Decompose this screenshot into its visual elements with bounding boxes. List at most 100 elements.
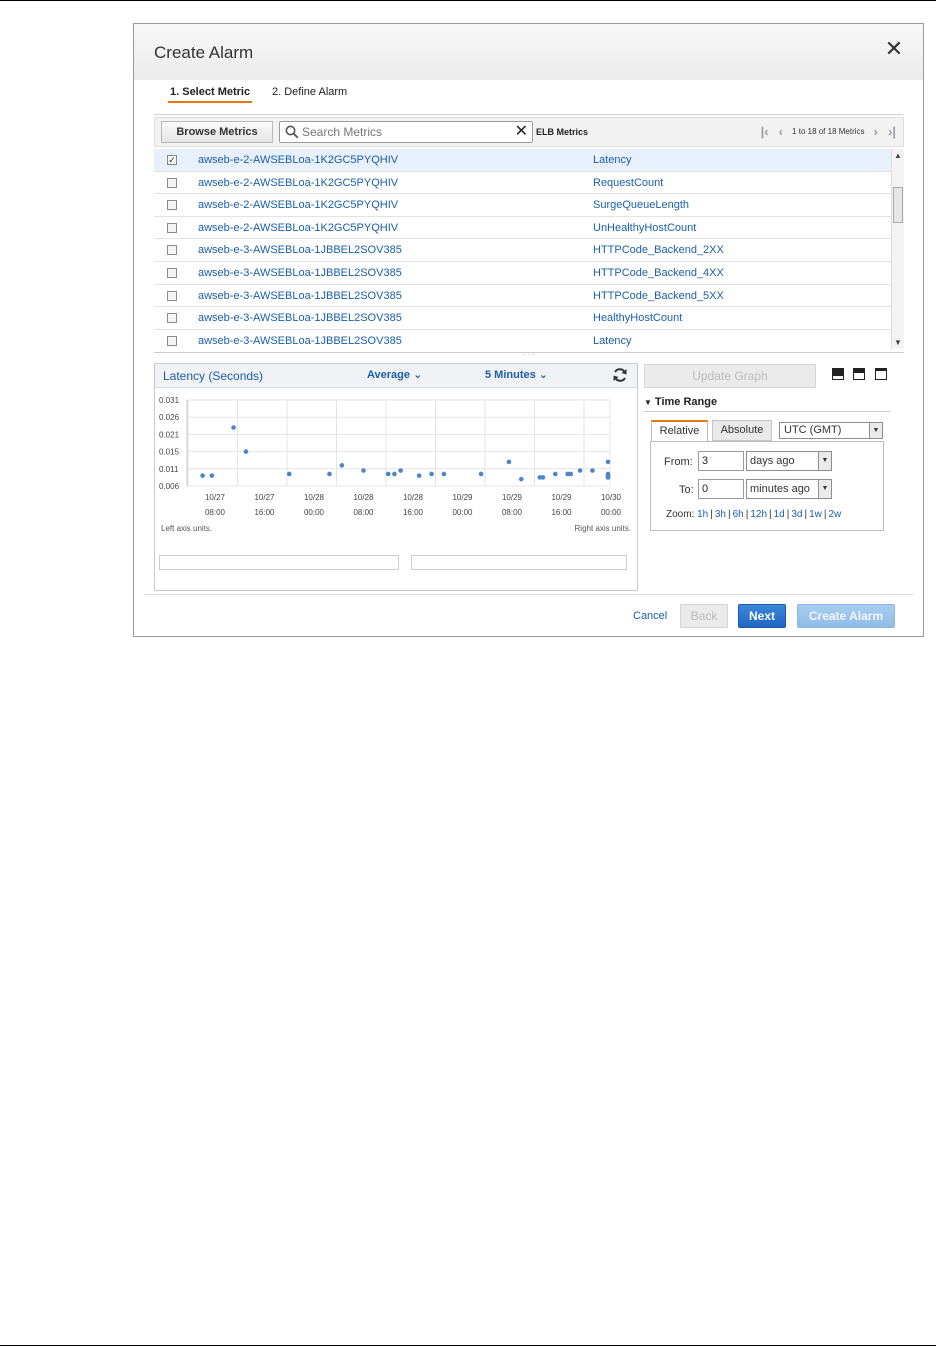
- next-button[interactable]: Next: [738, 604, 786, 628]
- zoom-controls: Zoom: 1h | 3h | 6h | 12h | 1d | 3d | 1w | 2w: [666, 509, 842, 520]
- back-button[interactable]: Back: [680, 604, 728, 628]
- table-row[interactable]: ✓ awseb-e-2-AWSEBLoa-1K2GC5PYQHIV Latenc…: [154, 149, 891, 172]
- data-point: [605, 471, 611, 477]
- x-tick-label: 10/28: [353, 493, 374, 502]
- metric-name: HTTPCode_Backend_4XX: [593, 266, 724, 279]
- table-row[interactable]: awseb-e-3-AWSEBLoa-1JBBEL2SOV385 HTTPCod…: [154, 239, 891, 262]
- zoom-1d[interactable]: 1d: [774, 509, 785, 520]
- table-row[interactable]: awseb-e-3-AWSEBLoa-1JBBEL2SOV385 HTTPCod…: [154, 285, 891, 308]
- x-tick-label: 10/29: [452, 493, 473, 502]
- close-icon[interactable]: ✕: [883, 38, 905, 60]
- row-checkbox[interactable]: [167, 313, 177, 324]
- clear-search-icon[interactable]: ✕: [515, 122, 528, 142]
- data-point: [540, 475, 546, 480]
- refresh-icon[interactable]: [611, 366, 629, 384]
- metric-name: RequestCount: [593, 176, 664, 189]
- x-tick-label: 10/27: [254, 493, 275, 502]
- right-axis-units: Right axis units.: [574, 524, 631, 533]
- zoom-1h[interactable]: 1h: [697, 509, 708, 520]
- x-tick-label: 08:00: [353, 508, 374, 517]
- zoom-3d[interactable]: 3d: [791, 509, 802, 520]
- to-value-input[interactable]: [698, 479, 744, 499]
- to-unit-value: minutes ago: [750, 483, 810, 495]
- data-point: [361, 468, 366, 473]
- page-top-rule: [0, 0, 936, 1]
- load-balancer-name: awseb-e-2-AWSEBLoa-1K2GC5PYQHIV: [198, 221, 399, 234]
- x-tick-label: 10/27: [205, 493, 226, 502]
- cancel-link[interactable]: Cancel: [633, 610, 667, 622]
- zoom-3h[interactable]: 3h: [715, 509, 726, 520]
- divider: [154, 114, 904, 115]
- load-balancer-name: awseb-e-3-AWSEBLoa-1JBBEL2SOV385: [198, 312, 402, 325]
- from-unit-select[interactable]: days ago ▼: [746, 451, 832, 471]
- search-input[interactable]: [302, 124, 502, 140]
- period-dropdown[interactable]: 5 Minutes ⌄: [485, 368, 548, 381]
- table-row[interactable]: awseb-e-2-AWSEBLoa-1K2GC5PYQHIV SurgeQue…: [154, 194, 891, 217]
- row-checkbox[interactable]: [167, 177, 177, 188]
- prev-page-icon[interactable]: ‹: [774, 124, 788, 139]
- tab-relative[interactable]: Relative: [651, 420, 708, 441]
- x-tick-label: 16:00: [254, 508, 275, 517]
- table-row[interactable]: awseb-e-3-AWSEBLoa-1JBBEL2SOV385 Latency: [154, 330, 891, 349]
- last-page-icon[interactable]: ›|: [885, 124, 899, 139]
- dialog-title: Create Alarm: [154, 43, 254, 62]
- data-point: [392, 471, 397, 477]
- table-row[interactable]: awseb-e-3-AWSEBLoa-1JBBEL2SOV385 HTTPCod…: [154, 262, 891, 285]
- row-checkbox[interactable]: [167, 222, 177, 233]
- tab-absolute[interactable]: Absolute: [712, 420, 772, 441]
- row-checkbox[interactable]: [167, 335, 177, 346]
- x-tick-label: 00:00: [601, 508, 622, 517]
- from-value-input[interactable]: [698, 451, 744, 471]
- first-page-icon[interactable]: |‹: [758, 124, 772, 139]
- zoom-12h[interactable]: 12h: [750, 509, 767, 520]
- x-tick-label: 10/29: [551, 493, 572, 502]
- from-label: From:: [664, 456, 693, 468]
- load-balancer-name: awseb-e-3-AWSEBLoa-1JBBEL2SOV385: [198, 289, 402, 302]
- pane-splitter[interactable]: · · ·: [154, 351, 904, 358]
- divider: [644, 411, 890, 412]
- row-checkbox[interactable]: ✓: [167, 155, 177, 165]
- scroll-up-icon[interactable]: ▲: [894, 151, 902, 160]
- row-checkbox[interactable]: [167, 200, 177, 211]
- row-checkbox[interactable]: [167, 290, 177, 301]
- statistic-dropdown[interactable]: Average ⌄: [367, 368, 422, 381]
- next-page-icon[interactable]: ›: [869, 124, 883, 139]
- metrics-table: ✓ awseb-e-2-AWSEBLoa-1K2GC5PYQHIV Latenc…: [154, 149, 891, 349]
- metric-name: SurgeQueueLength: [593, 199, 690, 212]
- scrollbar-thumb[interactable]: [893, 187, 903, 223]
- row-checkbox[interactable]: [167, 245, 177, 256]
- layout-medium-icon[interactable]: [853, 368, 865, 380]
- time-range-toggle[interactable]: ▼ Time Range: [644, 396, 717, 408]
- metric-name: UnHealthyHostCount: [593, 221, 697, 234]
- zoom-1w[interactable]: 1w: [809, 509, 822, 520]
- dropdown-arrow-icon: ▼: [818, 480, 831, 498]
- step-select-metric[interactable]: 1. Select Metric: [168, 86, 253, 103]
- to-unit-select[interactable]: minutes ago ▼: [746, 479, 832, 499]
- step-define-alarm[interactable]: 2. Define Alarm: [272, 86, 347, 98]
- row-checkbox[interactable]: [167, 267, 177, 278]
- layout-small-icon[interactable]: [832, 368, 844, 380]
- time-range-title: Time Range: [654, 396, 718, 408]
- y-tick-label: 0.006: [159, 482, 180, 491]
- timezone-select[interactable]: UTC (GMT) ▼: [779, 422, 883, 439]
- browse-metrics-button[interactable]: Browse Metrics: [161, 121, 273, 143]
- table-row[interactable]: awseb-e-2-AWSEBLoa-1K2GC5PYQHIV UnHealth…: [154, 217, 891, 240]
- table-row[interactable]: awseb-e-2-AWSEBLoa-1K2GC5PYQHIV RequestC…: [154, 172, 891, 195]
- x-tick-label: 00:00: [452, 508, 473, 517]
- y-tick-label: 0.011: [159, 465, 179, 474]
- layout-large-icon[interactable]: [875, 368, 887, 380]
- update-graph-button[interactable]: Update Graph: [644, 364, 816, 388]
- create-alarm-button[interactable]: Create Alarm: [797, 604, 895, 628]
- zoom-2w[interactable]: 2w: [829, 509, 842, 520]
- zoom-6h[interactable]: 6h: [733, 509, 744, 520]
- footer-divider: [144, 594, 914, 595]
- table-row[interactable]: awseb-e-3-AWSEBLoa-1JBBEL2SOV385 Healthy…: [154, 307, 891, 330]
- scroll-down-icon[interactable]: ▼: [894, 338, 902, 347]
- x-tick-label: 08:00: [502, 508, 523, 517]
- dropdown-arrow-icon: ▼: [869, 423, 882, 438]
- table-scrollbar[interactable]: ▲ ▼: [891, 149, 904, 349]
- load-balancer-name: awseb-e-2-AWSEBLoa-1K2GC5PYQHIV: [198, 199, 399, 212]
- right-legend-box: [411, 555, 627, 570]
- y-tick-label: 0.031: [159, 396, 180, 405]
- zoom-label: Zoom:: [666, 509, 695, 520]
